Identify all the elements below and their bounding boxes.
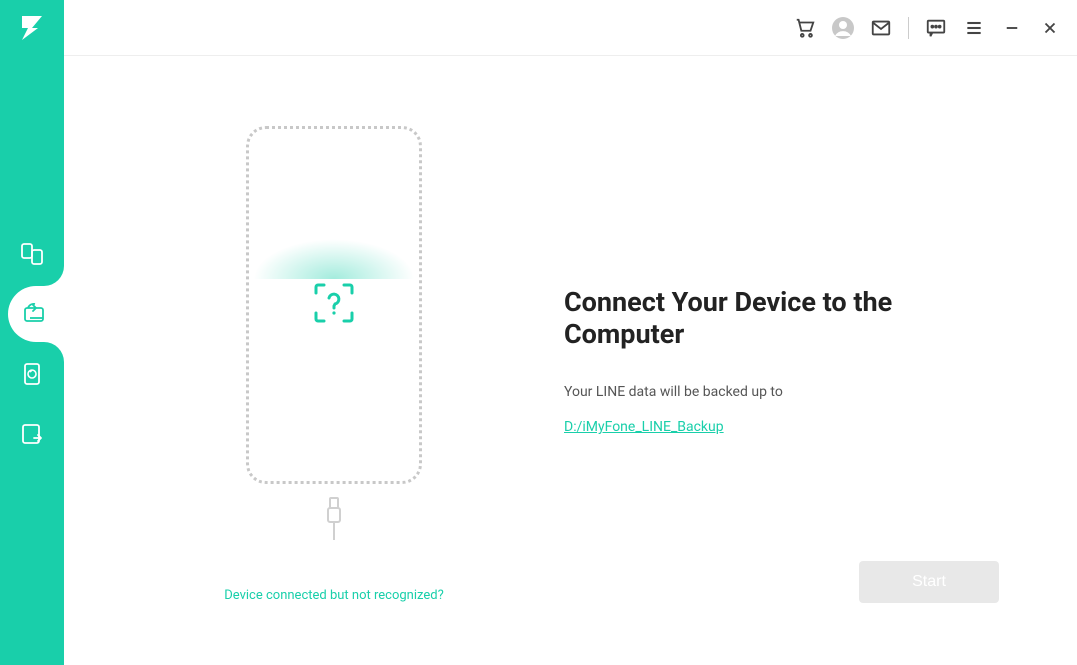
app-logo — [0, 0, 64, 56]
close-button[interactable] — [1035, 13, 1065, 43]
header-divider — [908, 17, 909, 39]
sidebar-item-restore[interactable] — [0, 346, 64, 402]
user-icon[interactable] — [828, 13, 858, 43]
header — [64, 0, 1077, 56]
minimize-button[interactable] — [997, 13, 1027, 43]
sidebar-item-backup[interactable] — [8, 286, 64, 342]
phone-scan-glow — [253, 239, 415, 279]
usb-connector-icon — [322, 496, 346, 540]
cart-icon[interactable] — [790, 13, 820, 43]
main-area: Device connected but not recognized? Con… — [64, 0, 1077, 665]
device-panel: Device connected but not recognized? — [144, 96, 524, 625]
sidebar-item-export[interactable] — [0, 406, 64, 462]
logo-icon — [18, 14, 46, 42]
sidebar — [0, 0, 64, 665]
info-panel: Connect Your Device to the Computer Your… — [524, 96, 1017, 625]
page-title: Connect Your Device to the Computer — [564, 286, 1017, 350]
menu-icon[interactable] — [959, 13, 989, 43]
mail-icon[interactable] — [866, 13, 896, 43]
question-scan-icon — [310, 279, 358, 331]
transfer-icon — [19, 241, 45, 267]
start-button[interactable]: Start — [859, 561, 999, 603]
phone-placeholder — [246, 126, 422, 484]
backup-subtitle: Your LINE data will be backed up to — [564, 384, 1017, 400]
device-help-link[interactable]: Device connected but not recognized? — [224, 588, 443, 603]
backup-icon — [22, 301, 48, 327]
export-icon — [19, 421, 45, 447]
restore-icon — [19, 361, 45, 387]
backup-path-link[interactable]: D:/iMyFone_LINE_Backup — [564, 419, 724, 435]
chat-icon[interactable] — [921, 13, 951, 43]
